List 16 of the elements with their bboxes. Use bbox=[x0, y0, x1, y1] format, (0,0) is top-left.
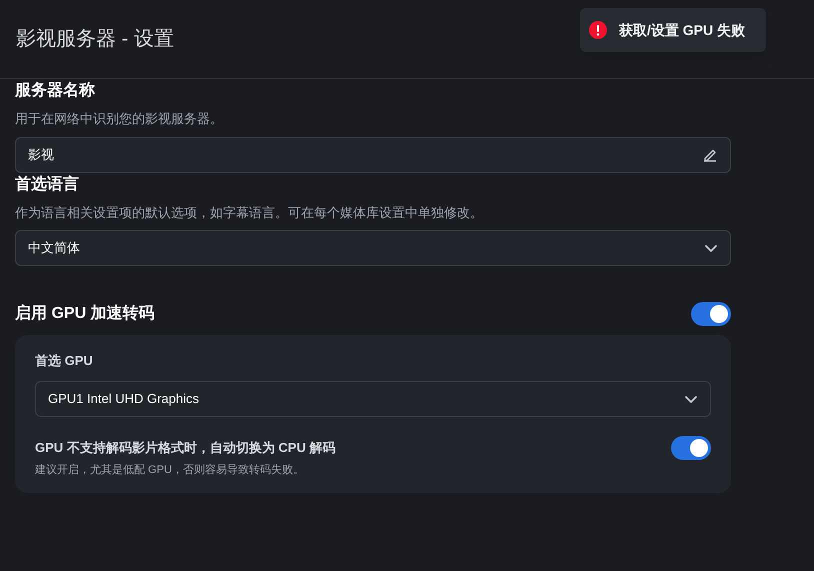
toast-message: 获取/设置 GPU 失败 bbox=[619, 20, 746, 40]
option-label: GPU 不支持解码影片格式时，自动切换为 CPU 解码 bbox=[35, 438, 336, 457]
toggle-switch[interactable] bbox=[691, 302, 731, 326]
section-heading: 启用 GPU 加速转码 bbox=[15, 303, 155, 324]
page-title: 影视服务器 - 设置 bbox=[16, 27, 174, 52]
section-description: 作为语言相关设置项的默认选项，如字幕语言。可在每个媒体库设置中单独修改。 bbox=[15, 204, 484, 222]
section-heading: 服务器名称 bbox=[15, 80, 96, 101]
option-description: 建议开启，尤其是低配 GPU，否则容易导致转码失败。 bbox=[35, 462, 305, 478]
field-label: 首选 GPU bbox=[35, 352, 94, 370]
section-description: 用于在网络中识别您的影视服务器。 bbox=[15, 110, 224, 128]
section-heading: 首选语言 bbox=[15, 174, 80, 194]
toggle-switch[interactable] bbox=[671, 436, 711, 460]
language-dropdown[interactable]: 中文简体 bbox=[15, 230, 731, 266]
gpu-dropdown[interactable]: GPU1 Intel UHD Graphics bbox=[35, 380, 711, 416]
name-field[interactable]: 影视 bbox=[15, 136, 731, 172]
error-icon bbox=[589, 21, 607, 39]
